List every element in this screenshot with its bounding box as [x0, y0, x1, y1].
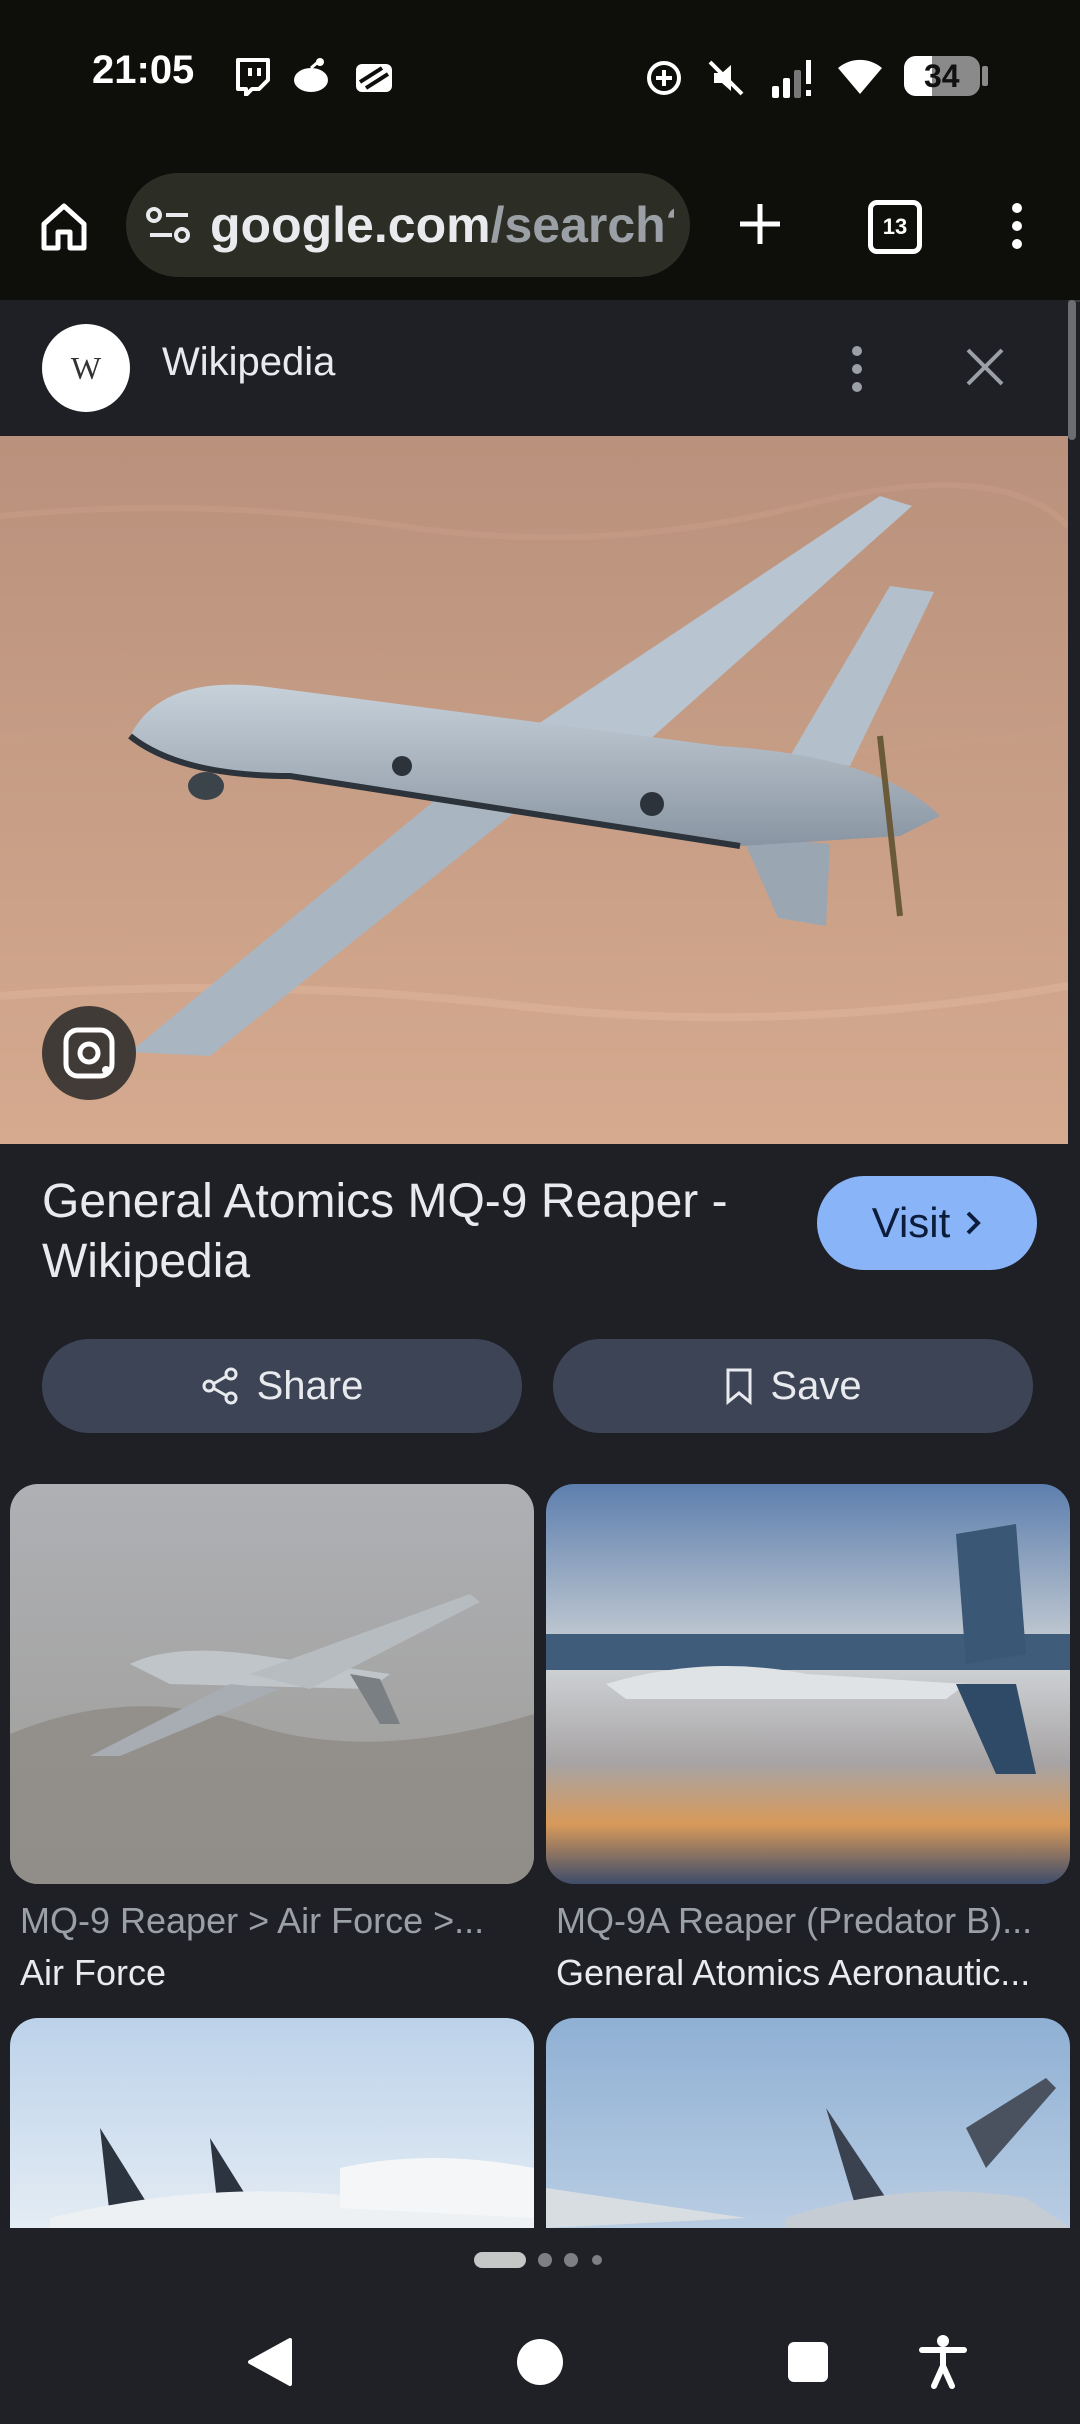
drone-thumbnail-3: [10, 2018, 534, 2228]
save-label: Save: [770, 1363, 862, 1408]
result-title[interactable]: General Atomics MQ-9 Reaper - Wikipedia: [42, 1172, 782, 1292]
lens-button[interactable]: [42, 1006, 136, 1100]
close-icon[interactable]: [964, 346, 1006, 388]
stack-icon: [356, 64, 392, 92]
wikipedia-logo: W: [42, 324, 130, 412]
panel-header: [0, 300, 1068, 436]
signal-icon: [772, 60, 811, 98]
chevron-right-icon: [966, 1211, 982, 1235]
back-icon[interactable]: [246, 2336, 294, 2388]
related-image-1[interactable]: [10, 1484, 534, 1884]
mute-icon: [708, 60, 744, 96]
url-host: google.com: [210, 197, 491, 253]
data-saver-icon: [647, 61, 681, 95]
wifi-icon: [838, 59, 882, 94]
reaper-drone-image: [0, 436, 1068, 1144]
tab-count: 13: [882, 214, 908, 239]
site-settings-icon[interactable]: [146, 205, 192, 245]
url-path: /search?: [490, 197, 674, 253]
reddit-icon: [294, 58, 328, 92]
page-indicator-dot: [564, 2253, 578, 2267]
source-name: Wikipedia: [162, 340, 336, 384]
more-menu-icon[interactable]: [1000, 200, 1034, 252]
related-title-2[interactable]: MQ-9A Reaper (Predator B)...: [556, 1900, 1076, 1942]
save-button[interactable]: Save: [553, 1339, 1033, 1433]
drone-thumbnail-4: [546, 2018, 1070, 2228]
related-image-4[interactable]: [546, 2018, 1070, 2228]
related-source-2: General Atomics Aeronautic...: [556, 1952, 1031, 1993]
visit-label: Visit: [871, 1199, 951, 1246]
hero-image[interactable]: [0, 436, 1068, 1144]
related-source-1: Air Force: [20, 1952, 167, 1993]
recents-icon[interactable]: [786, 2340, 830, 2384]
page-indicator-dot: [538, 2253, 552, 2267]
home-nav-icon[interactable]: [514, 2336, 566, 2388]
home-icon[interactable]: [36, 198, 92, 254]
share-button[interactable]: Share: [42, 1339, 522, 1433]
share-label: Share: [256, 1363, 364, 1408]
battery-tip: [982, 66, 988, 86]
twitch-icon: [236, 58, 270, 96]
accessibility-icon[interactable]: [918, 2334, 968, 2390]
url-text[interactable]: google.com/search?: [210, 196, 674, 254]
page-indicator-active: [474, 2252, 526, 2268]
related-title-1[interactable]: MQ-9 Reaper > Air Force >...: [20, 1900, 540, 1942]
share-icon: [202, 1367, 238, 1405]
battery-icon: 34: [904, 56, 980, 96]
bookmark-icon: [726, 1368, 752, 1406]
status-time: 21:05: [92, 48, 195, 92]
visit-button[interactable]: Visit: [817, 1176, 1037, 1270]
tab-switcher-button[interactable]: 13: [868, 200, 922, 254]
new-tab-icon[interactable]: [736, 200, 784, 248]
page-indicator-dot: [592, 2255, 602, 2265]
panel-more-icon[interactable]: [842, 344, 872, 394]
related-image-2[interactable]: [546, 1484, 1070, 1884]
drone-thumbnail-1: [10, 1484, 534, 1884]
google-lens-icon: [63, 1027, 115, 1079]
battery-level: 34: [924, 58, 960, 94]
related-image-3[interactable]: [10, 2018, 534, 2228]
drone-thumbnail-2: [546, 1484, 1070, 1884]
scrollbar[interactable]: [1068, 300, 1076, 440]
